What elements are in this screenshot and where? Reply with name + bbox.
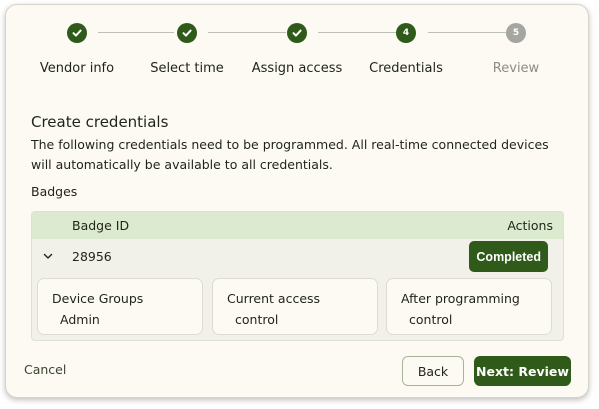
check-icon — [182, 29, 192, 37]
after-programming-card: After programming control — [386, 278, 552, 335]
step-1-indicator[interactable] — [67, 23, 87, 43]
stepper-connector — [208, 32, 286, 33]
stepper-connector — [98, 32, 174, 33]
device-groups-label: Device Groups — [52, 291, 144, 306]
after-programming-value: control — [409, 312, 453, 327]
step-5-indicator: 5 — [506, 23, 526, 43]
stepper-connector — [428, 32, 506, 33]
device-groups-value: Admin — [60, 312, 100, 327]
step-label-vendor-info: Vendor info — [39, 61, 115, 76]
current-access-label: Current access — [227, 291, 321, 306]
stepper-connector — [318, 32, 396, 33]
create-credentials-dialog: 4 5 Vendor info Select time Assign acces… — [5, 4, 589, 398]
back-button[interactable]: Back — [402, 356, 464, 386]
column-header-badge-id: Badge ID — [72, 218, 130, 233]
device-groups-card: Device Groups Admin — [37, 278, 203, 335]
step-label-credentials: Credentials — [369, 61, 443, 76]
current-access-value: control — [235, 312, 279, 327]
badges-section-label: Badges — [31, 184, 78, 199]
page-title: Create credentials — [31, 113, 169, 131]
check-icon — [292, 29, 302, 37]
badges-table: Badge ID Actions 28956 Completed Device … — [31, 211, 564, 341]
check-icon — [72, 29, 82, 37]
step-label-review: Review — [492, 61, 540, 76]
step-3-indicator[interactable] — [287, 23, 307, 43]
step-4-indicator: 4 — [396, 23, 416, 43]
completed-status-button[interactable]: Completed — [469, 241, 548, 272]
next-review-button[interactable]: Next: Review — [474, 356, 571, 386]
current-access-card: Current access control — [212, 278, 378, 335]
chevron-down-icon[interactable] — [42, 250, 54, 262]
step-label-select-time: Select time — [150, 61, 224, 76]
badge-id-value: 28956 — [72, 249, 112, 264]
table-header: Badge ID Actions — [32, 212, 563, 239]
step-label-assign-access: Assign access — [251, 61, 343, 76]
column-header-actions: Actions — [507, 218, 553, 233]
page-description: The following credentials need to be pro… — [31, 137, 549, 172]
step-2-indicator[interactable] — [177, 23, 197, 43]
after-programming-label: After programming — [401, 291, 520, 306]
cancel-link[interactable]: Cancel — [24, 362, 66, 377]
